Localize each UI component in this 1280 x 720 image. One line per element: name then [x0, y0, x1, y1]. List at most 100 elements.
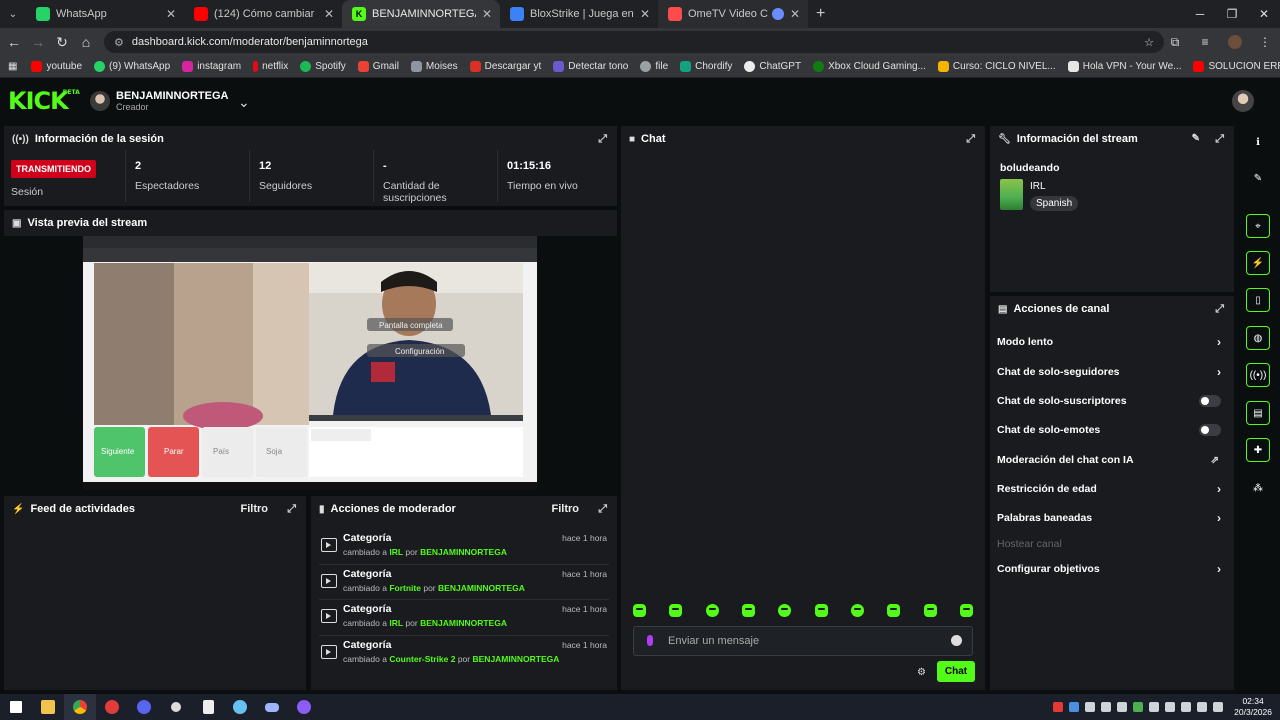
obs-icon[interactable]	[288, 694, 320, 720]
chat-message-input[interactable]: Enviar un mensaje	[633, 626, 973, 656]
bookmark-item[interactable]: Moises	[410, 61, 458, 72]
layers-icon[interactable]: ▤	[1246, 401, 1270, 425]
stream-preview-video[interactable]: Pantalla completa Configuración Siguient…	[83, 236, 537, 490]
wrench-icon[interactable]: ✚	[1246, 438, 1270, 462]
audio-playing-icon[interactable]	[771, 8, 784, 20]
back-icon[interactable]: ←	[2, 34, 26, 50]
bookmark-item[interactable]: Chordify	[680, 61, 732, 72]
gear-icon[interactable]: ⚙	[917, 667, 926, 678]
expand-icon[interactable]: ⤢	[287, 503, 296, 516]
banned-words-row[interactable]: Palabras baneadas ›	[997, 510, 1227, 526]
expand-icon[interactable]: ⤢	[598, 133, 607, 146]
lightning-icon[interactable]: ⚡	[1246, 251, 1270, 275]
stop-button[interactable]: Parar	[164, 447, 184, 456]
menu-icon[interactable]: ⋮	[1250, 35, 1280, 49]
close-icon[interactable]: ✕	[482, 7, 492, 21]
expand-icon[interactable]: ⤢	[966, 133, 975, 146]
site-info-icon[interactable]: ⚙	[114, 36, 124, 49]
bookmark-item[interactable]: Curso: CICLO NIVEL...	[937, 61, 1056, 72]
subscribers-only-toggle[interactable]	[1199, 395, 1221, 407]
wifi-icon[interactable]	[1165, 702, 1176, 712]
emote-icon[interactable]	[887, 604, 901, 617]
info-icon[interactable]: ℹ	[1246, 130, 1270, 154]
system-clock[interactable]: 02:34 20/3/2026	[1234, 696, 1272, 718]
bookmark-item[interactable]: netflix	[253, 61, 288, 72]
followers-only-row[interactable]: Chat de solo-seguidores ›	[997, 364, 1227, 380]
tab-whatsapp[interactable]: WhatsApp ✕	[26, 0, 184, 28]
tray-icon[interactable]	[1053, 702, 1064, 712]
bookmark-star-icon[interactable]: ☆	[1144, 36, 1154, 49]
bookmark-item[interactable]: Gmail	[357, 61, 399, 72]
tab-kick[interactable]: K BENJAMINNORTEGA Stream - K ✕	[342, 0, 500, 28]
emote-icon[interactable]	[814, 604, 828, 617]
bookmark-item[interactable]: ChatGPT	[744, 61, 801, 72]
tab-roblox[interactable]: BloxStrike | Juega en Roblox ✕	[500, 0, 658, 28]
minimize-icon[interactable]: ─	[1184, 0, 1216, 28]
broadcast-icon[interactable]: ((•))	[1246, 363, 1270, 387]
emote-icon[interactable]	[741, 604, 755, 617]
bookmark-item[interactable]: Descargar yt	[469, 61, 541, 72]
epic-games-icon[interactable]	[192, 694, 224, 720]
document-icon[interactable]: ▯	[1246, 288, 1270, 312]
edit-icon[interactable]: ✎	[1192, 133, 1200, 144]
filter-button[interactable]: Filtro	[552, 503, 580, 515]
chrome-icon[interactable]	[64, 694, 96, 720]
app-icon[interactable]	[160, 694, 192, 720]
tray-icon[interactable]	[1101, 702, 1112, 712]
emote-icon[interactable]	[959, 604, 973, 617]
profile-icon[interactable]	[1220, 35, 1250, 49]
windows-start-icon[interactable]	[0, 694, 32, 720]
tab-youtube[interactable]: (124) Cómo cambiar la cámara ✕	[184, 0, 342, 28]
tray-icon[interactable]	[1149, 702, 1160, 712]
tab-search-icon[interactable]: ⌄	[0, 0, 26, 28]
bookmark-item[interactable]: Hola VPN - Your We...	[1067, 61, 1181, 72]
close-window-icon[interactable]: ✕	[1248, 0, 1280, 28]
microphone-icon[interactable]	[1213, 702, 1224, 712]
bookmark-item[interactable]: Detectar tono	[553, 61, 628, 72]
gamepad-icon[interactable]	[256, 694, 288, 720]
kick-logo[interactable]: KICK BETA	[8, 87, 80, 115]
address-bar[interactable]: ⚙ dashboard.kick.com/moderator/benjaminn…	[104, 31, 1164, 53]
bookmark-item[interactable]: Xbox Cloud Gaming...	[813, 61, 926, 72]
emote-icon[interactable]	[923, 604, 937, 617]
close-icon[interactable]: ✕	[166, 7, 176, 21]
bookmark-item[interactable]: (9) WhatsApp	[94, 61, 170, 72]
emote-icon[interactable]	[850, 604, 864, 617]
user-avatar[interactable]	[1232, 90, 1254, 112]
volume-icon[interactable]	[1181, 702, 1192, 712]
soy-button[interactable]: Soja	[266, 447, 282, 456]
country-button[interactable]: País	[213, 447, 229, 456]
reload-icon[interactable]: ↻	[50, 34, 74, 51]
edit-icon[interactable]: ✎	[1246, 166, 1270, 190]
chevron-down-icon[interactable]: ⌄	[238, 94, 250, 111]
emote-icon[interactable]	[778, 604, 792, 617]
tab-ometv[interactable]: OmeTV Video Chat — Alte ✕	[658, 0, 808, 28]
chat-send-button[interactable]: Chat	[937, 661, 975, 682]
new-tab-button[interactable]: +	[816, 5, 825, 23]
bookmark-item[interactable]: instagram	[182, 61, 241, 72]
slow-mode-row[interactable]: Modo lento ›	[997, 334, 1227, 350]
emoji-icon[interactable]	[951, 635, 962, 646]
ai-moderation-row[interactable]: Moderación del chat con IA ⇗	[997, 452, 1227, 468]
media-icon[interactable]: ≡	[1190, 35, 1220, 49]
next-button[interactable]: Siguiente	[101, 447, 134, 456]
tray-icon[interactable]	[1117, 702, 1128, 712]
settings-overlay-label[interactable]: Configuración	[395, 347, 444, 356]
microphone-icon[interactable]	[647, 635, 653, 646]
bluetooth-icon[interactable]	[1069, 702, 1080, 712]
close-icon[interactable]: ✕	[640, 7, 650, 21]
steelseries-icon[interactable]	[96, 694, 128, 720]
extensions-icon[interactable]: ⧉	[1160, 35, 1190, 50]
forward-icon[interactable]: →	[26, 34, 50, 50]
maximize-icon[interactable]: ❐	[1216, 0, 1248, 28]
close-icon[interactable]: ✕	[790, 7, 800, 21]
chat-icon[interactable]: ◍	[1246, 326, 1270, 350]
age-restriction-row[interactable]: Restricción de edad ›	[997, 481, 1227, 497]
emote-icon[interactable]	[669, 604, 683, 617]
bookmark-item[interactable]: SOLUCION ERROR "...	[1193, 61, 1280, 72]
fullscreen-overlay-label[interactable]: Pantalla completa	[379, 321, 443, 330]
focus-icon[interactable]: ⌖	[1246, 214, 1270, 238]
home-icon[interactable]: ⌂	[74, 34, 98, 50]
filter-button[interactable]: Filtro	[241, 503, 269, 515]
emotes-only-toggle[interactable]	[1199, 424, 1221, 436]
